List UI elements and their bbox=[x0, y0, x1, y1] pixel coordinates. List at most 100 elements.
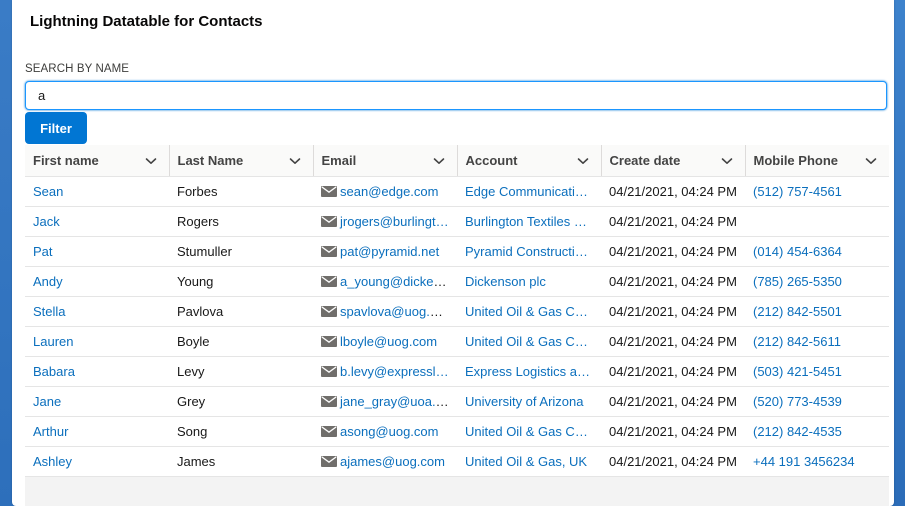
cell-mobile-phone[interactable]: (785) 265-5350 bbox=[745, 266, 889, 297]
cell-first-name[interactable]: Babara bbox=[25, 356, 169, 387]
email-link[interactable]: asong@uog.com bbox=[340, 424, 438, 439]
table-row: Ashley James ajames@uog.com United Oil & Ga… bbox=[25, 446, 889, 477]
cell-first-name[interactable]: Jack bbox=[25, 206, 169, 237]
column-header-create-date[interactable]: Create date bbox=[601, 145, 746, 177]
envelope-icon bbox=[321, 245, 337, 257]
cell-create-date: 04/21/2021, 04:24 PM bbox=[601, 416, 745, 447]
cell-last-name: Young bbox=[169, 266, 313, 297]
chevron-down-icon[interactable] bbox=[145, 155, 157, 167]
envelope-icon bbox=[321, 455, 337, 467]
cell-account[interactable]: Dickenson plc bbox=[457, 266, 601, 297]
email-link[interactable]: lboyle@uog.com bbox=[340, 334, 437, 349]
cell-first-name[interactable]: Andy bbox=[25, 266, 169, 297]
cell-mobile-phone[interactable]: (212) 842-4535 bbox=[745, 416, 889, 447]
cell-first-name[interactable]: Lauren bbox=[25, 326, 169, 357]
cell-mobile-phone[interactable]: (520) 773-4539 bbox=[745, 386, 889, 417]
table-row: Jane Grey jane_gray@uoa.e… University of Ar… bbox=[25, 386, 889, 417]
page-background-right bbox=[893, 0, 905, 506]
column-header-account[interactable]: Account bbox=[457, 145, 602, 177]
cell-create-date: 04/21/2021, 04:24 PM bbox=[601, 206, 745, 237]
cell-first-name[interactable]: Arthur bbox=[25, 416, 169, 447]
cell-account[interactable]: University of Arizona bbox=[457, 386, 601, 417]
header-row: First name Last Name Email Account Create da… bbox=[25, 145, 889, 177]
cell-create-date: 04/21/2021, 04:24 PM bbox=[601, 236, 745, 267]
email-link[interactable]: spavlova@uog.c… bbox=[340, 304, 449, 319]
column-header-label: Last Name bbox=[177, 152, 244, 168]
table-row: Lauren Boyle lboyle@uog.com United Oil & Ga… bbox=[25, 326, 889, 357]
cell-last-name: James bbox=[169, 446, 313, 477]
email-link[interactable]: jrogers@burlingt… bbox=[340, 214, 449, 229]
cell-email: spavlova@uog.c… bbox=[313, 296, 457, 327]
cell-account[interactable]: United Oil & Gas, UK bbox=[457, 446, 601, 477]
column-header-label: Create date bbox=[609, 152, 681, 168]
cell-mobile-phone[interactable]: (212) 842-5501 bbox=[745, 296, 889, 327]
cell-account[interactable]: Edge Communicatio… bbox=[457, 176, 601, 207]
cell-email: ajames@uog.com bbox=[313, 446, 457, 477]
cell-account[interactable]: United Oil & Gas Co… bbox=[457, 326, 601, 357]
filter-button[interactable]: Filter bbox=[25, 112, 87, 144]
contacts-card: Lightning Datatable for Contacts SEARCH … bbox=[12, 0, 894, 506]
table-row: Pat Stumuller pat@pyramid.net Pyramid Const… bbox=[25, 236, 889, 267]
cell-email: asong@uog.com bbox=[313, 416, 457, 447]
email-link[interactable]: b.levy@expressl… bbox=[340, 364, 449, 379]
cell-last-name: Levy bbox=[169, 356, 313, 387]
cell-first-name[interactable]: Stella bbox=[25, 296, 169, 327]
cell-create-date: 04/21/2021, 04:24 PM bbox=[601, 356, 745, 387]
cell-mobile-phone[interactable] bbox=[745, 206, 889, 237]
envelope-icon bbox=[321, 425, 337, 437]
cell-account[interactable]: United Oil & Gas Co… bbox=[457, 296, 601, 327]
cell-account[interactable]: Express Logistics an… bbox=[457, 356, 601, 387]
cell-first-name[interactable]: Ashley bbox=[25, 446, 169, 477]
cell-last-name: Stumuller bbox=[169, 236, 313, 267]
envelope-icon bbox=[321, 275, 337, 287]
email-link[interactable]: sean@edge.com bbox=[340, 184, 438, 199]
chevron-down-icon[interactable] bbox=[433, 155, 445, 167]
envelope-icon bbox=[321, 365, 337, 377]
cell-create-date: 04/21/2021, 04:24 PM bbox=[601, 386, 745, 417]
table-row: Arthur Song asong@uog.com United Oil & Gas … bbox=[25, 416, 889, 447]
envelope-icon bbox=[321, 395, 337, 407]
cell-create-date: 04/21/2021, 04:24 PM bbox=[601, 176, 745, 207]
column-header-label: Mobile Phone bbox=[753, 152, 839, 168]
email-link[interactable]: ajames@uog.com bbox=[340, 454, 445, 469]
card-title: Lightning Datatable for Contacts bbox=[30, 13, 263, 30]
email-link[interactable]: a_young@dicken… bbox=[340, 274, 454, 289]
cell-last-name: Grey bbox=[169, 386, 313, 417]
table-row: Andy Young a_young@dicken… Dickenson plc 04/… bbox=[25, 266, 889, 297]
envelope-icon bbox=[321, 185, 337, 197]
cell-first-name[interactable]: Jane bbox=[25, 386, 169, 417]
table-row: Sean Forbes sean@edge.com Edge Communicatio… bbox=[25, 176, 889, 207]
chevron-down-icon[interactable] bbox=[577, 155, 589, 167]
cell-mobile-phone[interactable]: (512) 757-4561 bbox=[745, 176, 889, 207]
cell-first-name[interactable]: Sean bbox=[25, 176, 169, 207]
column-header-last-name[interactable]: Last Name bbox=[169, 145, 314, 177]
envelope-icon bbox=[321, 305, 337, 317]
cell-account[interactable]: Burlington Textiles C… bbox=[457, 206, 601, 237]
column-header-first-name[interactable]: First name bbox=[25, 145, 170, 177]
cell-create-date: 04/21/2021, 04:24 PM bbox=[601, 446, 745, 477]
cell-mobile-phone[interactable]: (212) 842-5611 bbox=[745, 326, 889, 357]
column-header-mobile-phone[interactable]: Mobile Phone bbox=[745, 145, 889, 177]
cell-last-name: Rogers bbox=[169, 206, 313, 237]
cell-account[interactable]: Pyramid Constructio… bbox=[457, 236, 601, 267]
cell-first-name[interactable]: Pat bbox=[25, 236, 169, 267]
cell-mobile-phone[interactable]: (503) 421-5451 bbox=[745, 356, 889, 387]
cell-account[interactable]: United Oil & Gas Co… bbox=[457, 416, 601, 447]
cell-mobile-phone[interactable]: (014) 454-6364 bbox=[745, 236, 889, 267]
cell-email: pat@pyramid.net bbox=[313, 236, 457, 267]
column-header-label: Email bbox=[321, 152, 357, 168]
column-header-email[interactable]: Email bbox=[313, 145, 458, 177]
email-link[interactable]: pat@pyramid.net bbox=[340, 244, 439, 259]
cell-mobile-phone[interactable]: +44 191 3456234 bbox=[745, 446, 889, 477]
cell-last-name: Forbes bbox=[169, 176, 313, 207]
cell-email: a_young@dicken… bbox=[313, 266, 457, 297]
chevron-down-icon[interactable] bbox=[721, 155, 733, 167]
chevron-down-icon[interactable] bbox=[289, 155, 301, 167]
cell-last-name: Boyle bbox=[169, 326, 313, 357]
cell-create-date: 04/21/2021, 04:24 PM bbox=[601, 296, 745, 327]
cell-email: jane_gray@uoa.e… bbox=[313, 386, 457, 417]
email-link[interactable]: jane_gray@uoa.e… bbox=[340, 394, 456, 409]
chevron-down-icon[interactable] bbox=[865, 155, 877, 167]
search-input[interactable] bbox=[25, 81, 887, 110]
cell-email: sean@edge.com bbox=[313, 176, 457, 207]
